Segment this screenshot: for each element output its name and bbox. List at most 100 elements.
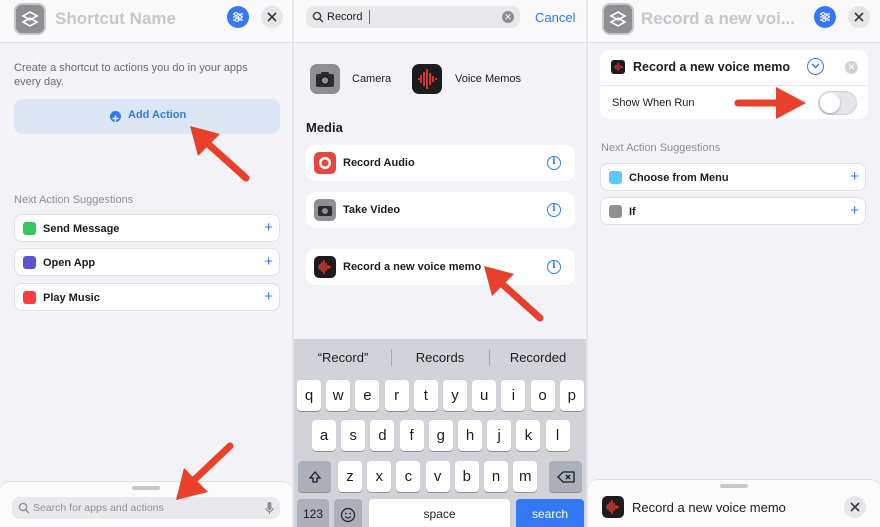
result-record-audio[interactable]: Record Audio i	[306, 145, 575, 181]
info-icon[interactable]: i	[547, 156, 561, 170]
key-c[interactable]: c	[396, 461, 421, 492]
add-plus-icon[interactable]: +	[850, 168, 859, 186]
add-plus-icon[interactable]: +	[264, 219, 273, 237]
key-w[interactable]: w	[326, 380, 351, 411]
info-icon[interactable]: i	[547, 260, 561, 274]
pointer-arrow-toggle	[734, 87, 806, 119]
sheet-grabber[interactable]	[132, 486, 160, 490]
search-input[interactable]: Record ✕	[306, 6, 520, 28]
key-h[interactable]: h	[458, 420, 482, 451]
close-icon[interactable]	[848, 6, 870, 28]
key-d[interactable]: d	[370, 420, 395, 451]
editor-top-bar: Record a new voi...	[588, 0, 880, 43]
key-k[interactable]: k	[516, 420, 541, 451]
suggestion-if[interactable]: If +	[600, 197, 866, 225]
action-search-sheet[interactable]: Search for apps and actions	[0, 481, 292, 527]
info-icon[interactable]: i	[547, 203, 561, 217]
take-video-icon	[314, 199, 336, 221]
action-detail-sheet[interactable]: Record a new voice memo	[588, 479, 880, 527]
key-i[interactable]: i	[501, 380, 526, 411]
keyboard: “Record” Records Recorded qwertyuiop asd…	[294, 339, 586, 527]
cancel-button[interactable]: Cancel	[535, 10, 575, 25]
key-l[interactable]: l	[545, 420, 570, 451]
suggestion-open-app[interactable]: Open App +	[14, 248, 280, 276]
shift-key[interactable]	[298, 461, 331, 492]
key-z[interactable]: z	[338, 461, 362, 492]
show-when-run-label: Show When Run	[612, 97, 695, 109]
key-t[interactable]: t	[413, 380, 438, 411]
suggestions-heading: Next Action Suggestions	[14, 194, 134, 206]
key-x[interactable]: x	[367, 461, 392, 492]
action-search-panel: Record ✕ Cancel Camera Voice Memos Media…	[294, 0, 586, 527]
key-q[interactable]: q	[297, 380, 321, 411]
add-plus-icon[interactable]: +	[264, 288, 273, 306]
close-icon[interactable]	[844, 496, 866, 518]
suggestion-play-music[interactable]: Play Music +	[14, 283, 280, 311]
backspace-key[interactable]	[549, 461, 582, 492]
app-label: Camera	[352, 73, 392, 85]
key-e[interactable]: e	[355, 380, 380, 411]
result-take-video[interactable]: Take Video i	[306, 192, 575, 228]
toggle-knob	[820, 93, 840, 113]
prediction-item[interactable]: Records	[394, 350, 486, 365]
key-a[interactable]: a	[312, 420, 336, 451]
add-plus-icon[interactable]: +	[850, 202, 859, 220]
voice-memo-icon	[611, 60, 625, 74]
key-j[interactable]: j	[487, 420, 512, 451]
search-placeholder: Search for apps and actions	[33, 502, 164, 514]
key-s[interactable]: s	[341, 420, 366, 451]
camera-app-icon	[310, 64, 340, 94]
suggestion-label: Play Music	[43, 292, 100, 304]
key-v[interactable]: v	[425, 461, 450, 492]
search-input[interactable]: Search for apps and actions	[12, 497, 280, 519]
voice-memos-app-icon	[412, 64, 442, 94]
key-o[interactable]: o	[530, 380, 555, 411]
key-r[interactable]: r	[384, 380, 409, 411]
key-y[interactable]: y	[443, 380, 467, 411]
sheet-title: Record a new voice memo	[632, 500, 786, 515]
search-icon	[18, 502, 30, 514]
search-key[interactable]: search	[516, 499, 584, 527]
messages-icon	[23, 222, 36, 235]
prediction-item[interactable]: Recorded	[492, 350, 584, 365]
media-section-heading: Media	[306, 120, 343, 135]
suggestion-send-message[interactable]: Send Message +	[14, 214, 280, 242]
remove-action-icon[interactable]: ✕	[845, 61, 858, 74]
shortcut-name-field[interactable]: Record a new voi...	[641, 9, 809, 29]
shortcuts-app-icon[interactable]	[14, 3, 46, 35]
pointer-arrow-search	[176, 442, 234, 500]
choose-menu-icon	[609, 171, 622, 184]
shortcut-name-field[interactable]: Shortcut Name	[55, 9, 176, 29]
suggestion-label: If	[629, 206, 636, 218]
key-p[interactable]: p	[559, 380, 584, 411]
prediction-separator	[489, 349, 490, 366]
shortcuts-app-icon[interactable]	[602, 3, 634, 35]
emoji-key[interactable]	[334, 499, 362, 527]
suggestion-label: Choose from Menu	[629, 172, 729, 184]
music-icon	[23, 291, 36, 304]
close-icon[interactable]	[261, 6, 283, 28]
key-g[interactable]: g	[428, 420, 453, 451]
clear-search-icon[interactable]: ✕	[502, 11, 514, 23]
prediction-item[interactable]: “Record”	[298, 350, 388, 365]
sheet-grabber[interactable]	[720, 484, 748, 488]
suggestions-heading: Next Action Suggestions	[601, 142, 721, 154]
record-audio-icon	[314, 152, 336, 174]
space-key[interactable]: space	[369, 499, 510, 527]
add-plus-icon[interactable]: +	[264, 253, 273, 271]
settings-sliders-icon[interactable]	[814, 6, 836, 28]
search-value: Record	[327, 11, 363, 23]
key-b[interactable]: b	[454, 461, 479, 492]
predictive-bar: “Record” Records Recorded	[294, 339, 586, 375]
show-when-run-toggle[interactable]	[818, 91, 857, 115]
key-n[interactable]: n	[484, 461, 508, 492]
key-u[interactable]: u	[472, 380, 497, 411]
chevron-down-icon[interactable]	[807, 58, 824, 75]
microphone-icon[interactable]	[265, 501, 274, 515]
result-label: Record Audio	[343, 157, 415, 169]
key-m[interactable]: m	[513, 461, 538, 492]
suggestion-choose-from-menu[interactable]: Choose from Menu +	[600, 163, 866, 191]
settings-sliders-icon[interactable]	[227, 6, 249, 28]
numbers-key[interactable]: 123	[297, 499, 329, 527]
key-f[interactable]: f	[399, 420, 424, 451]
